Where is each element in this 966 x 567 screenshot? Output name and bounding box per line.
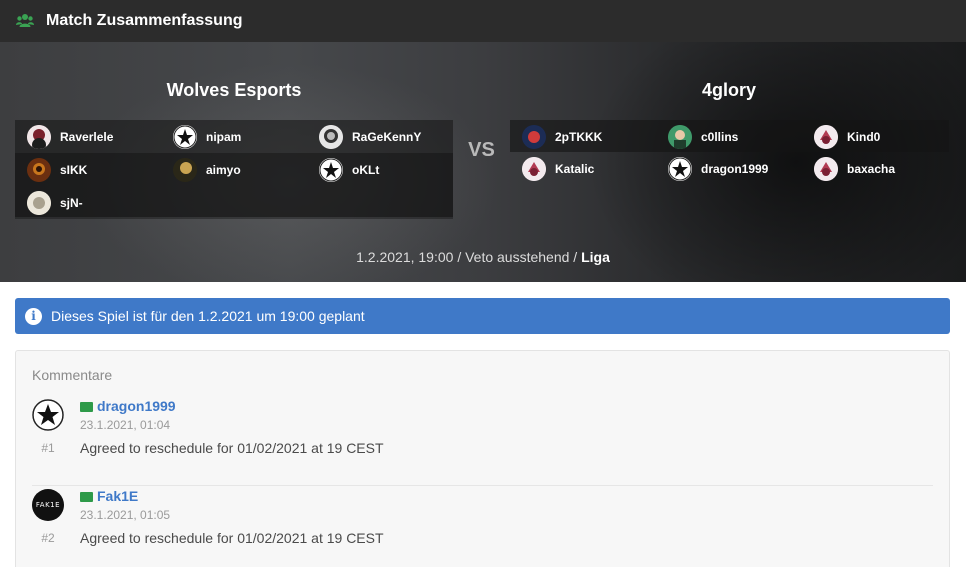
comment-item: #1 dragon1999 23.1.2021, 01:04 Agreed to… — [32, 396, 933, 486]
player-oklt[interactable]: oKLt — [307, 157, 453, 182]
player-avatar — [522, 124, 546, 149]
player-dragon1999[interactable]: dragon1999 — [656, 156, 802, 181]
comment-date: 23.1.2021, 01:05 — [80, 508, 171, 522]
comment-text: Agreed to reschedule for 01/02/2021 at 1… — [80, 440, 384, 456]
info-icon: i — [25, 307, 42, 325]
comment-author[interactable]: dragon1999 — [97, 398, 176, 414]
player-raverlele[interactable]: Raverlele — [15, 124, 161, 149]
flag-icon — [80, 402, 93, 412]
schedule-alert: i Dieses Spiel ist für den 1.2.2021 um 1… — [15, 298, 950, 334]
page-title: Match Zusammenfassung — [46, 12, 243, 29]
users-icon — [16, 14, 34, 27]
team-a-roster: Raverlele nipam RaGeKennY sIKK aimyo oKL… — [15, 120, 453, 219]
player-avatar — [522, 156, 546, 181]
comment-date: 23.1.2021, 01:04 — [80, 418, 171, 432]
flag-icon — [80, 492, 93, 502]
player-avatar — [814, 156, 838, 181]
player-avatar — [27, 124, 51, 149]
comment-text: Agreed to reschedule for 01/02/2021 at 1… — [80, 530, 384, 546]
player-baxacha[interactable]: baxacha — [802, 156, 948, 181]
avatar-logo-text: FAK1E — [35, 501, 61, 509]
comment-number: #1 — [41, 441, 55, 455]
player-sikk[interactable]: sIKK — [15, 157, 161, 182]
comments-panel: Kommentare #1 dragon1999 23.1.2021, 01:0… — [15, 350, 950, 567]
player-aimyo[interactable]: aimyo — [161, 157, 307, 182]
player-avatar — [173, 124, 197, 149]
player-sjn[interactable]: sjN- — [15, 190, 161, 215]
comment-avatar[interactable]: FAK1E — [32, 489, 64, 521]
player-avatar — [668, 124, 692, 149]
player-2ptkkk[interactable]: 2pTKKK — [510, 124, 656, 149]
player-nipam[interactable]: nipam — [161, 124, 307, 149]
match-meta: 1.2.2021, 19:00 / Veto ausstehend / Liga — [0, 249, 966, 265]
player-avatar — [319, 124, 343, 149]
team-b-roster-row: Katalic dragon1999 baxacha — [510, 152, 949, 185]
player-avatar — [319, 157, 343, 182]
player-kind0[interactable]: Kind0 — [802, 124, 948, 149]
alert-text: Dieses Spiel ist für den 1.2.2021 um 19:… — [51, 308, 365, 324]
match-hero: Wolves Esports 4glory Raverlele nipam Ra — [0, 42, 966, 282]
player-c0llins[interactable]: c0llins — [656, 124, 802, 149]
player-avatar — [173, 157, 197, 182]
team-a-name[interactable]: Wolves Esports — [15, 80, 453, 101]
player-katalic[interactable]: Katalic — [510, 156, 656, 181]
player-avatar — [27, 157, 51, 182]
player-avatar — [814, 124, 838, 149]
comment-item: FAK1E #2 Fak1E 23.1.2021, 01:05 Agreed t… — [32, 486, 933, 567]
league-link[interactable]: Liga — [581, 249, 610, 265]
player-avatar — [668, 156, 692, 181]
vs-label: VS — [468, 139, 495, 161]
team-b-roster: 2pTKKK c0llins Kind0 — [510, 120, 949, 152]
page-header: Match Zusammenfassung — [0, 0, 966, 42]
team-b-name[interactable]: 4glory — [510, 80, 948, 101]
comment-avatar[interactable] — [32, 399, 64, 431]
player-avatar — [27, 190, 51, 215]
comments-title: Kommentare — [32, 367, 113, 383]
comment-author[interactable]: Fak1E — [97, 488, 138, 504]
comment-number: #2 — [41, 531, 55, 545]
match-datetime-status: 1.2.2021, 19:00 / Veto ausstehend / — [356, 249, 582, 265]
player-ragekenny[interactable]: RaGeKennY — [307, 124, 453, 149]
